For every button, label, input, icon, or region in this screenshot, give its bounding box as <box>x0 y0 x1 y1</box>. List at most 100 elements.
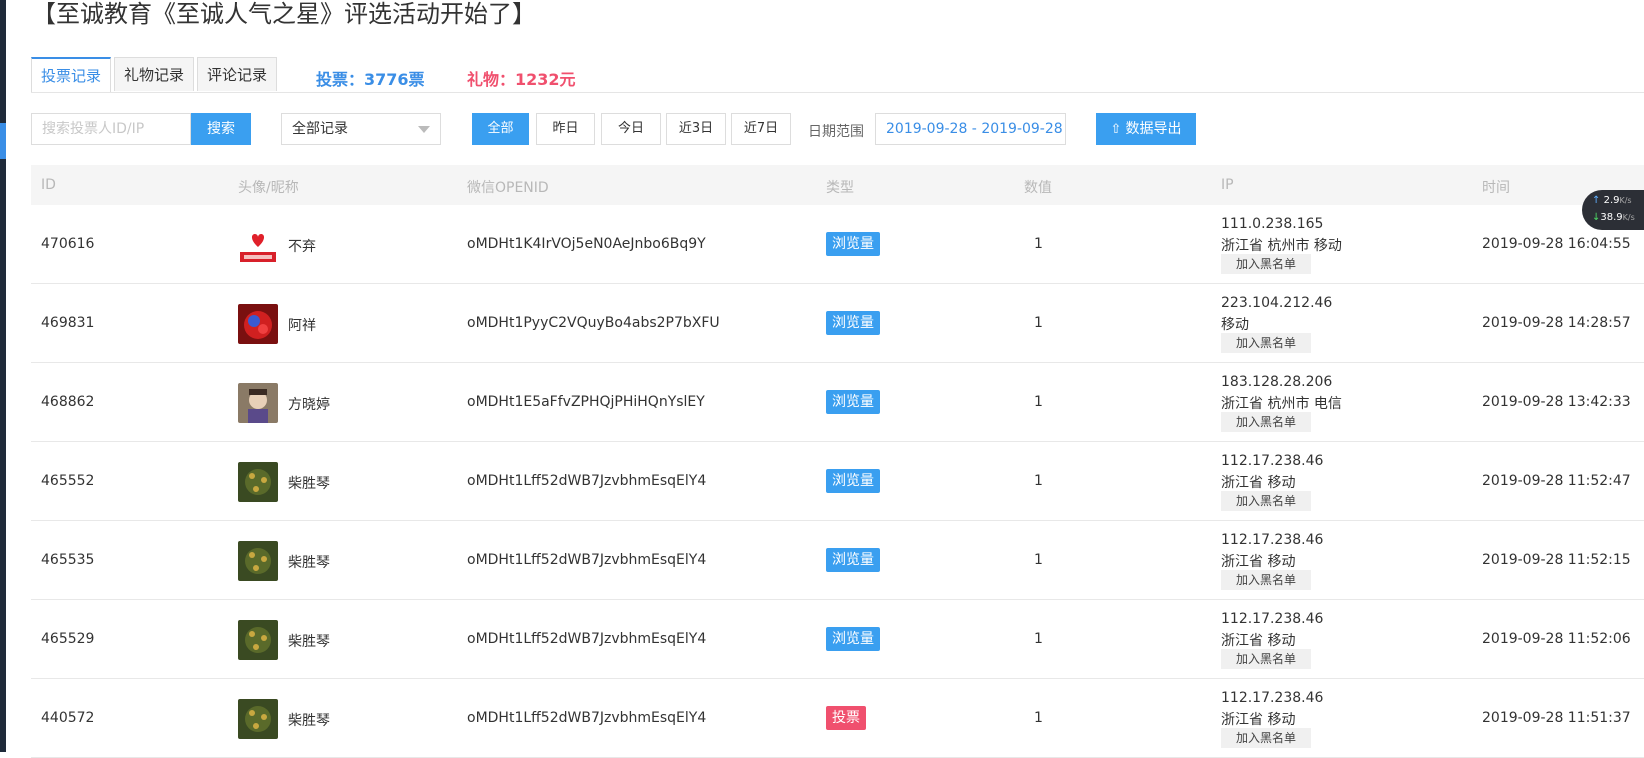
row-ip: 223.104.212.46 <box>1221 295 1333 311</box>
row-location: 浙江省 杭州市 电信 <box>1221 396 1342 412</box>
arrow-up-icon: ↑ <box>1592 195 1601 206</box>
avatar[interactable] <box>238 304 278 344</box>
column-header-time: 时间 <box>1482 180 1510 196</box>
filter-today[interactable]: 今日 <box>601 113 661 145</box>
download-speed: ↓38.9K/s <box>1592 212 1635 223</box>
row-nickname: 柴胜琴 <box>288 713 330 729</box>
date-range-label: 日期范围 <box>808 124 864 140</box>
export-button-label: 数据导出 <box>1125 121 1182 137</box>
row-value: 1 <box>1034 631 1043 647</box>
tab-vote-records[interactable]: 投票记录 <box>31 57 112 93</box>
upload-speed: ↑ 2.9K/s <box>1592 195 1632 206</box>
row-ip: 112.17.238.46 <box>1221 453 1324 469</box>
tabs-divider <box>31 92 1644 93</box>
table-row: 440572 柴胜琴 oMDHt1Lff52dWB7JzvbhmEsqElY4 … <box>31 679 1644 758</box>
left-sidebar-strip <box>0 0 6 752</box>
chevron-down-icon <box>418 126 430 133</box>
row-value: 1 <box>1034 315 1043 331</box>
table-row: 470616 不弃 oMDHt1K4IrVOj5eN0AeJnbo6Bq9Y 浏… <box>31 205 1644 284</box>
add-to-blacklist-button[interactable]: 加入黑名单 <box>1221 412 1312 432</box>
avatar[interactable] <box>238 620 278 660</box>
row-location: 浙江省 移动 <box>1221 554 1296 570</box>
row-time: 2019-09-28 13:42:33 <box>1482 394 1631 410</box>
row-time: 2019-09-28 11:52:06 <box>1482 631 1631 647</box>
type-badge: 投票 <box>826 706 866 730</box>
type-badge: 浏览量 <box>826 469 880 493</box>
row-time: 2019-09-28 14:28:57 <box>1482 315 1631 331</box>
filter-last-3-days[interactable]: 近3日 <box>666 113 726 145</box>
page-title: 【至诚教育《至诚人气之星》评选活动开始了】 <box>32 0 536 28</box>
network-speed-widget[interactable]: ↑ 2.9K/s ↓38.9K/s <box>1582 190 1644 230</box>
row-id: 468862 <box>41 394 95 410</box>
row-nickname: 柴胜琴 <box>288 634 330 650</box>
row-openid: oMDHt1E5aFfvZPHQjPHiHQnYslEY <box>467 394 705 410</box>
row-time: 2019-09-28 16:04:55 <box>1482 236 1631 252</box>
record-tabs: 投票记录 礼物记录 评论记录 <box>31 57 280 93</box>
upload-icon: ⇧ <box>1110 122 1122 137</box>
row-location: 移动 <box>1221 317 1249 333</box>
table-row: 468862 方晓婷 oMDHt1E5aFfvZPHQjPHiHQnYslEY … <box>31 363 1644 442</box>
row-value: 1 <box>1034 473 1043 489</box>
tab-gift-records[interactable]: 礼物记录 <box>114 57 195 91</box>
download-speed-unit: K/s <box>1622 213 1635 222</box>
table-row: 469831 阿祥 oMDHt1PyyC2VQuyBo4abs2P7bXFU 浏… <box>31 284 1644 363</box>
filter-all[interactable]: 全部 <box>472 113 529 145</box>
row-location: 浙江省 移动 <box>1221 712 1296 728</box>
row-time: 2019-09-28 11:52:15 <box>1482 552 1631 568</box>
row-nickname: 柴胜琴 <box>288 476 330 492</box>
avatar[interactable] <box>238 699 278 739</box>
row-location: 浙江省 移动 <box>1221 475 1296 491</box>
tab-comment-records[interactable]: 评论记录 <box>197 57 278 91</box>
table-row: 465552 柴胜琴 oMDHt1Lff52dWB7JzvbhmEsqElY4 … <box>31 442 1644 521</box>
row-ip: 111.0.238.165 <box>1221 216 1324 232</box>
add-to-blacklist-button[interactable]: 加入黑名单 <box>1221 570 1312 590</box>
add-to-blacklist-button[interactable]: 加入黑名单 <box>1221 728 1312 748</box>
export-button[interactable]: ⇧ 数据导出 <box>1096 113 1196 145</box>
type-badge: 浏览量 <box>826 390 880 414</box>
row-id: 469831 <box>41 315 95 331</box>
avatar[interactable] <box>238 462 278 502</box>
type-badge: 浏览量 <box>826 311 880 335</box>
table-row: 465535 柴胜琴 oMDHt1Lff52dWB7JzvbhmEsqElY4 … <box>31 521 1644 600</box>
type-badge: 浏览量 <box>826 232 880 256</box>
search-button[interactable]: 搜索 <box>191 113 251 145</box>
row-value: 1 <box>1034 710 1043 726</box>
filter-yesterday[interactable]: 昨日 <box>536 113 595 145</box>
row-location: 浙江省 移动 <box>1221 633 1296 649</box>
row-value: 1 <box>1034 394 1043 410</box>
filter-last-7-days[interactable]: 近7日 <box>731 113 791 145</box>
add-to-blacklist-button[interactable]: 加入黑名单 <box>1221 254 1312 274</box>
row-openid: oMDHt1Lff52dWB7JzvbhmEsqElY4 <box>467 552 707 568</box>
date-range-input[interactable]: 2019-09-28 - 2019-09-28 <box>875 113 1066 145</box>
column-header-type: 类型 <box>826 180 854 196</box>
row-openid: oMDHt1Lff52dWB7JzvbhmEsqElY4 <box>467 631 707 647</box>
row-nickname: 方晓婷 <box>288 397 330 413</box>
add-to-blacklist-button[interactable]: 加入黑名单 <box>1221 491 1312 511</box>
row-ip: 112.17.238.46 <box>1221 532 1324 548</box>
type-badge: 浏览量 <box>826 548 880 572</box>
table-row: 465529 柴胜琴 oMDHt1Lff52dWB7JzvbhmEsqElY4 … <box>31 600 1644 679</box>
row-id: 465529 <box>41 631 95 647</box>
row-time: 2019-09-28 11:52:47 <box>1482 473 1631 489</box>
avatar[interactable] <box>238 541 278 581</box>
row-id: 465552 <box>41 473 95 489</box>
row-openid: oMDHt1Lff52dWB7JzvbhmEsqElY4 <box>467 473 707 489</box>
record-type-value: 全部记录 <box>292 121 348 137</box>
vote-total: 投票：3776票 <box>316 70 425 89</box>
row-time: 2019-09-28 11:51:37 <box>1482 710 1631 726</box>
upload-speed-value: 2.9 <box>1603 195 1620 206</box>
download-speed-value: 38.9 <box>1600 212 1623 223</box>
table-header: ID 头像/昵称 微信OPENID 类型 数值 IP 时间 <box>31 165 1644 205</box>
add-to-blacklist-button[interactable]: 加入黑名单 <box>1221 649 1312 669</box>
row-value: 1 <box>1034 236 1043 252</box>
record-type-select[interactable]: 全部记录 <box>281 113 441 145</box>
search-input[interactable] <box>31 113 191 145</box>
avatar[interactable] <box>238 225 278 265</box>
row-ip: 112.17.238.46 <box>1221 690 1324 706</box>
row-id: 465535 <box>41 552 95 568</box>
row-openid: oMDHt1PyyC2VQuyBo4abs2P7bXFU <box>467 315 720 331</box>
row-value: 1 <box>1034 552 1043 568</box>
add-to-blacklist-button[interactable]: 加入黑名单 <box>1221 333 1312 353</box>
avatar[interactable] <box>238 383 278 423</box>
row-nickname: 不弃 <box>288 239 316 255</box>
